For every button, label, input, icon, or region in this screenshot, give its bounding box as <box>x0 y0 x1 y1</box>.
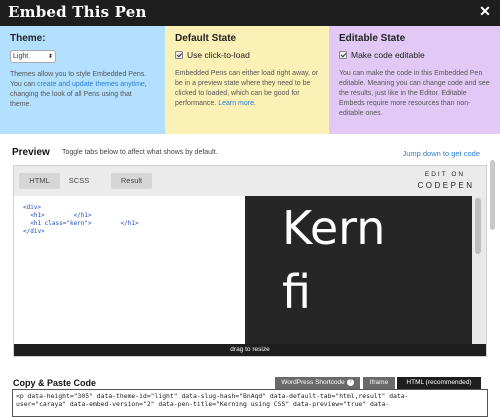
preview-title: Preview <box>12 147 50 158</box>
click-to-load-row[interactable]: Use click-to-load <box>175 50 319 60</box>
default-state-description: Embedded Pens can either load right away… <box>175 70 319 107</box>
preview-header: Preview Toggle tabs below to affect what… <box>12 147 488 161</box>
code-editable-row[interactable]: Make code editable <box>339 50 490 60</box>
embed-code-textarea[interactable]: <p data-height="305" data-theme-id="ligh… <box>12 389 488 417</box>
edit-on-label[interactable]: EDIT ON <box>414 171 476 178</box>
code-editable-checkbox[interactable] <box>339 51 347 59</box>
theme-select[interactable]: Light ⬍ <box>10 50 56 63</box>
help-icon[interactable]: ? <box>346 378 354 386</box>
modal-header: Embed This Pen ✕ <box>0 0 500 26</box>
pen-embed-preview: HTML SCSS Result EDIT ON CODEPEN <div> <… <box>13 165 487 357</box>
resize-handle[interactable]: drag to resize <box>14 344 486 356</box>
learn-more-link[interactable]: Learn more. <box>218 100 256 107</box>
update-themes-link[interactable]: create and update themes anytime <box>37 81 145 88</box>
tab-html[interactable]: HTML <box>19 173 60 189</box>
close-icon[interactable]: ✕ <box>478 4 492 18</box>
tab-wordpress-shortcode[interactable]: WordPress Shortcode? <box>275 377 360 389</box>
click-to-load-label: Use click-to-load <box>187 50 250 60</box>
theme-select-value: Light <box>13 52 29 60</box>
chevron-down-icon: ⬍ <box>47 53 53 60</box>
codepen-logo[interactable]: CODEPEN <box>414 181 478 190</box>
tab-result[interactable]: Result <box>111 173 152 189</box>
embed-toolbar: HTML SCSS Result EDIT ON CODEPEN <box>14 166 486 196</box>
tab-iframe[interactable]: Iframe <box>363 377 395 389</box>
result-heading-fi: fi <box>282 265 311 319</box>
embed-scrollbar[interactable] <box>472 196 486 344</box>
code-pane[interactable]: <div> <h1> </h1> <h1 class="kern"> </h1>… <box>14 196 245 344</box>
result-heading-kern: Kern <box>282 201 386 255</box>
modal-scrollbar[interactable] <box>490 160 495 230</box>
default-state-heading: Default State <box>175 33 237 44</box>
theme-heading: Theme: <box>10 33 46 44</box>
editable-state-panel: Editable State Make code editable You ca… <box>329 26 500 134</box>
theme-description: Themes allow you to style Embedded Pens.… <box>10 71 147 108</box>
tab-scss[interactable]: SCSS <box>64 173 94 189</box>
modal-title: Embed This Pen <box>8 3 147 21</box>
editable-state-heading: Editable State <box>339 33 406 44</box>
theme-panel: Theme: Light ⬍ Themes allow you to style… <box>0 26 165 134</box>
result-pane: Kern fi <box>245 196 472 344</box>
embed-modal: Embed This Pen ✕ Theme: Light ⬍ Themes a… <box>0 0 500 417</box>
copy-paste-heading: Copy & Paste Code <box>13 378 97 388</box>
editable-state-description: You can make the code in this Embedded P… <box>339 70 490 117</box>
preview-subtitle: Toggle tabs below to affect what shows b… <box>62 149 218 156</box>
tab-html-recommended[interactable]: HTML (recommended) <box>397 377 481 389</box>
code-editable-label: Make code editable <box>351 50 425 60</box>
jump-to-code-link[interactable]: Jump down to get code <box>402 149 480 158</box>
scroll-thumb[interactable] <box>475 198 481 254</box>
default-state-panel: Default State Use click-to-load Embedded… <box>165 26 329 134</box>
click-to-load-checkbox[interactable] <box>175 51 183 59</box>
